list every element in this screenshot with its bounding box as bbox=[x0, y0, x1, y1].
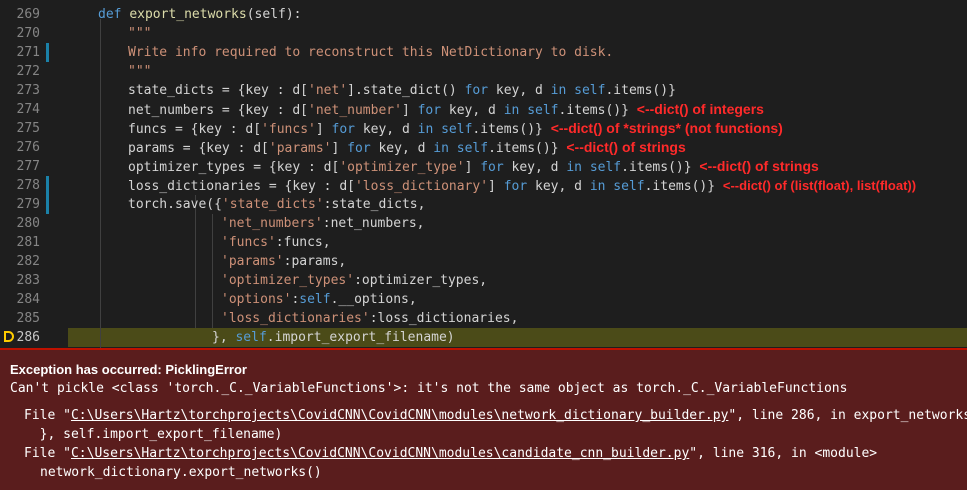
code-line: 279 torch.save({'state_dicts':state_dict… bbox=[0, 195, 967, 214]
code-text[interactable]: """ bbox=[128, 62, 151, 81]
code-line: 273 state_dicts = {key : d['net'].state_… bbox=[0, 81, 967, 100]
code-line: 272 """ bbox=[0, 62, 967, 81]
line-number: 280 bbox=[16, 216, 40, 231]
traceback-file-link[interactable]: C:\Users\Hartz\torchprojects\CovidCNN\Co… bbox=[71, 446, 689, 461]
annotation-text: <--dict() of *strings* (not functions) bbox=[550, 120, 783, 136]
code-text[interactable]: state_dicts = {key : d['net'].state_dict… bbox=[128, 81, 676, 100]
code-text[interactable]: def export_networks(self): bbox=[98, 5, 302, 24]
code-text[interactable]: torch.save({'state_dicts':state_dicts, bbox=[128, 195, 425, 214]
annotation-text: <--dict() of (list(float), list(float)) bbox=[722, 178, 917, 193]
code-editor[interactable]: 269 def export_networks(self): 270 """ 2… bbox=[0, 0, 967, 348]
code-line: 284 'options':self.__options, bbox=[0, 290, 967, 309]
line-number: 286 bbox=[16, 330, 40, 345]
git-modified-marker bbox=[46, 43, 49, 62]
code-text[interactable]: 'funcs':funcs, bbox=[221, 233, 331, 252]
code-text[interactable]: 'loss_dictionaries':loss_dictionaries, bbox=[221, 309, 518, 328]
code-text[interactable]: }, self.import_export_filename) bbox=[212, 328, 455, 347]
line-number: 278 bbox=[16, 178, 40, 193]
code-text[interactable]: net_numbers = {key : d['net_number'] for… bbox=[128, 100, 764, 120]
code-line: 280 'net_numbers':net_numbers, bbox=[0, 214, 967, 233]
traceback-frame: File "C:\Users\Hartz\torchprojects\Covid… bbox=[24, 408, 967, 423]
exception-title: Exception has occurred: PicklingError bbox=[10, 362, 247, 377]
code-line: 285 'loss_dictionaries':loss_dictionarie… bbox=[0, 309, 967, 328]
git-modified-marker bbox=[46, 195, 49, 214]
line-number: 272 bbox=[16, 64, 40, 79]
exception-widget: Exception has occurred: PicklingError Ca… bbox=[0, 348, 967, 490]
line-number: 277 bbox=[16, 159, 40, 174]
line-number: 274 bbox=[16, 102, 40, 117]
code-line: 276 params = {key : d['params'] for key,… bbox=[0, 138, 967, 157]
git-modified-marker bbox=[46, 176, 49, 195]
line-number: 275 bbox=[16, 121, 40, 136]
line-number: 279 bbox=[16, 197, 40, 212]
exception-message: Can't pickle <class 'torch._C._VariableF… bbox=[10, 381, 848, 396]
code-line: 282 'params':params, bbox=[0, 252, 967, 271]
code-line: 271 Write info required to reconstruct t… bbox=[0, 43, 967, 62]
code-line: 270 """ bbox=[0, 24, 967, 43]
code-text[interactable]: params = {key : d['params'] for key, d i… bbox=[128, 138, 686, 158]
line-number: 285 bbox=[16, 311, 40, 326]
code-text[interactable]: 'net_numbers':net_numbers, bbox=[221, 214, 425, 233]
code-text[interactable]: """ bbox=[128, 24, 151, 43]
traceback-file-link[interactable]: C:\Users\Hartz\torchprojects\CovidCNN\Co… bbox=[71, 408, 728, 423]
traceback-code: network_dictionary.export_networks() bbox=[40, 465, 322, 480]
code-line: 278 loss_dictionaries = {key : d['loss_d… bbox=[0, 176, 967, 195]
line-number: 276 bbox=[16, 140, 40, 155]
traceback-code: }, self.import_export_filename) bbox=[24, 427, 283, 442]
code-line: 269 def export_networks(self): bbox=[0, 5, 967, 24]
code-line: 283 'optimizer_types':optimizer_types, bbox=[0, 271, 967, 290]
line-number: 283 bbox=[16, 273, 40, 288]
annotation-text: <--dict() of integers bbox=[636, 101, 764, 117]
code-text[interactable]: loss_dictionaries = {key : d['loss_dicti… bbox=[128, 176, 916, 196]
annotation-text: <--dict() of strings bbox=[566, 139, 686, 155]
code-text[interactable]: 'params':params, bbox=[221, 252, 346, 271]
code-text[interactable]: 'options':self.__options, bbox=[221, 290, 417, 309]
annotation-text: <--dict() of strings bbox=[699, 158, 819, 174]
code-text[interactable]: 'optimizer_types':optimizer_types, bbox=[221, 271, 487, 290]
code-line-current: 286 }, self.import_export_filename) bbox=[0, 328, 967, 347]
code-text[interactable]: Write info required to reconstruct this … bbox=[128, 43, 613, 62]
code-line: 281 'funcs':funcs, bbox=[0, 233, 967, 252]
code-text[interactable]: funcs = {key : d['funcs'] for key, d in … bbox=[128, 119, 783, 139]
code-line: 277 optimizer_types = {key : d['optimize… bbox=[0, 157, 967, 176]
line-number: 284 bbox=[16, 292, 40, 307]
line-number: 281 bbox=[16, 235, 40, 250]
code-line: 274 net_numbers = {key : d['net_number']… bbox=[0, 100, 967, 119]
line-number: 282 bbox=[16, 254, 40, 269]
line-number: 271 bbox=[16, 45, 40, 60]
line-number: 270 bbox=[16, 26, 40, 41]
code-text[interactable]: optimizer_types = {key : d['optimizer_ty… bbox=[128, 157, 819, 177]
line-number: 269 bbox=[16, 7, 40, 22]
traceback-frame: File "C:\Users\Hartz\torchprojects\Covid… bbox=[24, 446, 878, 461]
code-line: 275 funcs = {key : d['funcs'] for key, d… bbox=[0, 119, 967, 138]
line-number: 273 bbox=[16, 83, 40, 98]
